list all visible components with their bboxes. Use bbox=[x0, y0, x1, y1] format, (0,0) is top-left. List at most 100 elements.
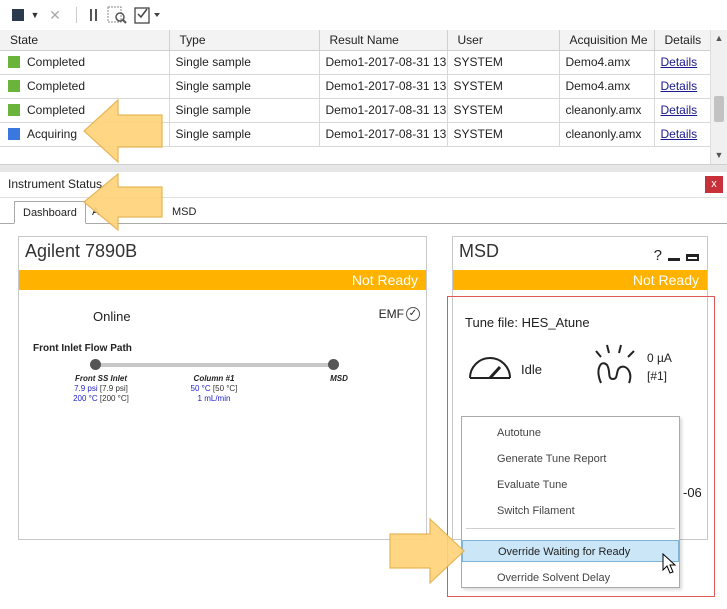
table-row[interactable]: Completed Single sample Demo1-2017-08-31 1… bbox=[0, 98, 711, 123]
run-queue-table: State Type Result Name User Acquisition … bbox=[0, 30, 711, 164]
method-cell: Demo4.amx bbox=[559, 74, 655, 99]
abort-icon[interactable]: ✕ bbox=[44, 4, 66, 26]
method-cell: cleanonly.amx bbox=[559, 98, 655, 123]
column-header-details[interactable]: Details bbox=[654, 30, 711, 51]
type-cell: Single sample bbox=[169, 50, 320, 75]
type-cell: Single sample bbox=[169, 98, 320, 123]
instrument-tabs: Dashboard A MSD bbox=[0, 198, 727, 224]
flow-node-dot-msd bbox=[328, 359, 339, 370]
flow-node-label-column: Column #1 bbox=[193, 374, 235, 383]
flow-node-value-column-flow: 1 mL/min bbox=[197, 394, 231, 403]
msd-context-menu: Autotune Generate Tune Report Evaluate T… bbox=[461, 416, 680, 588]
menu-item-generate-tune-report[interactable]: Generate Tune Report bbox=[462, 448, 679, 470]
state-text: Completed bbox=[27, 79, 86, 93]
panel-title: Instrument Status bbox=[8, 177, 103, 191]
column-header-user[interactable]: User bbox=[447, 30, 560, 51]
table-header-row: State Type Result Name User Acquisition … bbox=[0, 30, 711, 51]
flow-node-value-inlet-temp: 200 °C [200 °C] bbox=[61, 394, 141, 403]
scrollbar-thumb[interactable] bbox=[714, 96, 724, 122]
pause-icon bbox=[90, 9, 97, 21]
user-cell: SYSTEM bbox=[447, 98, 560, 123]
inlet-pressure-actual: 7.9 psi bbox=[74, 384, 98, 393]
column-header-type[interactable]: Type bbox=[169, 30, 320, 51]
result-name-cell: Demo1-2017-08-31 13... bbox=[319, 122, 448, 147]
column-header-result-name[interactable]: Result Name bbox=[319, 30, 448, 51]
result-name-cell: Demo1-2017-08-31 13... bbox=[319, 74, 448, 99]
details-link[interactable]: Details bbox=[661, 127, 698, 141]
result-name-cell: Demo1-2017-08-31 13... bbox=[319, 98, 448, 123]
details-cell: Details bbox=[654, 122, 711, 147]
menu-item-override-waiting-for-ready[interactable]: Override Waiting for Ready bbox=[462, 540, 679, 562]
emf-indicator: EMF ✓ bbox=[379, 307, 420, 321]
column-header-state[interactable]: State bbox=[0, 30, 170, 51]
msd-status-bar: Not Ready bbox=[453, 270, 707, 290]
inlet-temp-setpoint: [200 °C] bbox=[99, 394, 129, 403]
menu-item-override-solvent-delay[interactable]: Override Solvent Delay bbox=[462, 567, 679, 589]
stop-icon[interactable] bbox=[10, 4, 26, 26]
state-cell: Completed bbox=[0, 74, 170, 99]
dropdown-caret-icon[interactable]: ▼ bbox=[30, 4, 40, 26]
state-text: Completed bbox=[27, 103, 86, 117]
pause-icon[interactable] bbox=[87, 4, 101, 26]
find-icon bbox=[107, 6, 127, 24]
details-cell: Details bbox=[654, 98, 711, 123]
pane-splitter[interactable] bbox=[0, 164, 727, 172]
type-cell: Single sample bbox=[169, 74, 320, 99]
inlet-pressure-setpoint: [7.9 psi] bbox=[99, 384, 128, 393]
state-cell: Acquiring bbox=[0, 122, 170, 147]
column-header-acquisition-method[interactable]: Acquisition Me bbox=[559, 30, 655, 51]
gc-status-bar: Not Ready bbox=[19, 270, 426, 290]
inlet-temp-actual: 200 °C bbox=[73, 394, 98, 403]
state-indicator-icon bbox=[8, 128, 20, 140]
maximize-icon[interactable] bbox=[686, 254, 699, 261]
toolbar: ▼ ✕ bbox=[0, 0, 727, 30]
details-link[interactable]: Details bbox=[661, 79, 698, 93]
table-row[interactable]: Completed Single sample Demo1-2017-08-31 1… bbox=[0, 50, 711, 75]
check-circle-icon: ✓ bbox=[406, 307, 420, 321]
flow-node-value-column-temp: 50 °C [50 °C] bbox=[174, 384, 254, 393]
menu-item-switch-filament[interactable]: Switch Filament bbox=[462, 500, 679, 522]
details-cell: Details bbox=[654, 50, 711, 75]
emf-label: EMF bbox=[378, 307, 404, 321]
tab-instrument-a[interactable]: A bbox=[84, 201, 107, 224]
gc-online-status: Online bbox=[93, 309, 131, 324]
flow-node-dot-inlet bbox=[90, 359, 101, 370]
tab-msd[interactable]: MSD bbox=[164, 201, 204, 224]
user-cell: SYSTEM bbox=[447, 74, 560, 99]
details-link[interactable]: Details bbox=[661, 103, 698, 117]
scroll-down-icon[interactable]: ▼ bbox=[711, 147, 727, 163]
toolbar-divider bbox=[76, 7, 77, 23]
details-cell: Details bbox=[654, 74, 711, 99]
tab-dashboard[interactable]: Dashboard bbox=[14, 201, 86, 224]
find-icon[interactable] bbox=[105, 4, 129, 26]
menu-item-evaluate-tune[interactable]: Evaluate Tune bbox=[462, 474, 679, 496]
flow-path-line bbox=[97, 363, 333, 367]
gc-status-card: Agilent 7890B Not Ready Online EMF ✓ Fro… bbox=[18, 236, 427, 540]
user-cell: SYSTEM bbox=[447, 50, 560, 75]
table-vertical-scrollbar[interactable]: ▲ ▼ bbox=[710, 30, 727, 164]
table-row[interactable]: Completed Single sample Demo1-2017-08-31 1… bbox=[0, 74, 711, 99]
state-text: Completed bbox=[27, 55, 86, 69]
state-cell: Completed bbox=[0, 50, 170, 75]
menu-item-autotune[interactable]: Autotune bbox=[462, 422, 679, 444]
menu-separator bbox=[466, 528, 675, 529]
details-link[interactable]: Details bbox=[661, 55, 698, 69]
state-indicator-icon bbox=[8, 56, 20, 68]
checklist-icon bbox=[134, 7, 160, 24]
help-icon[interactable]: ? bbox=[654, 247, 662, 264]
type-cell: Single sample bbox=[169, 122, 320, 147]
method-cell: Demo4.amx bbox=[559, 50, 655, 75]
minimize-icon[interactable] bbox=[668, 258, 680, 261]
stop-icon bbox=[11, 8, 24, 21]
column-temp-setpoint: [50 °C] bbox=[212, 384, 238, 393]
state-cell: Completed bbox=[0, 98, 170, 123]
scroll-up-icon[interactable]: ▲ bbox=[711, 30, 727, 46]
flow-node-label-inlet: Front SS Inlet bbox=[75, 374, 127, 383]
flow-node-value-inlet-pressure: 7.9 psi [7.9 psi] bbox=[61, 384, 141, 393]
state-indicator-icon bbox=[8, 80, 20, 92]
checklist-icon[interactable] bbox=[133, 4, 163, 26]
table-row[interactable]: Acquiring Single sample Demo1-2017-08-31 1… bbox=[0, 122, 711, 147]
close-panel-button[interactable]: x bbox=[705, 176, 723, 193]
gc-title: Agilent 7890B bbox=[25, 241, 138, 261]
state-text: Acquiring bbox=[27, 127, 78, 141]
